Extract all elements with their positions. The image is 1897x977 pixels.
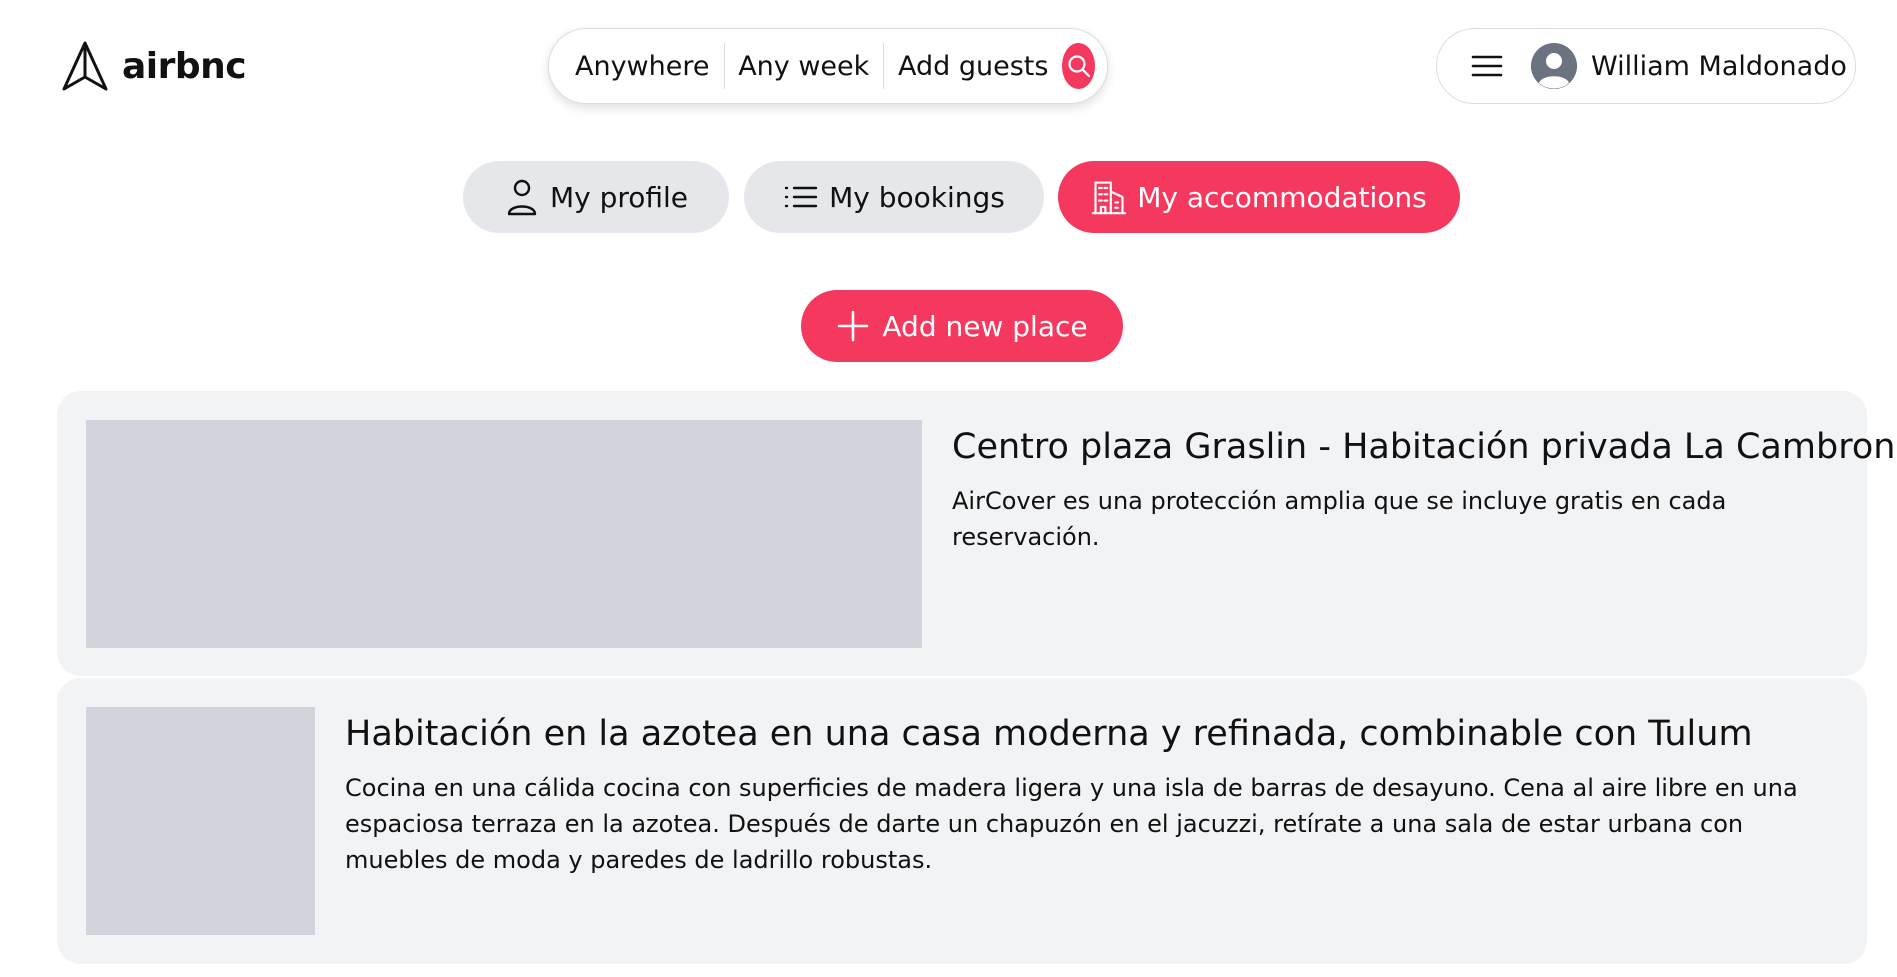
listing-photo-placeholder [86, 707, 315, 935]
listing-text: Centro plaza Graslin - Habitación privad… [952, 425, 1897, 555]
logo[interactable]: airbnc [60, 40, 247, 92]
listing-text: Habitación en la azotea en una casa mode… [345, 712, 1839, 878]
logo-text: airbnc [122, 45, 247, 87]
list-icon [784, 186, 818, 208]
search-where[interactable]: Anywhere [575, 51, 710, 82]
tab-label: My bookings [829, 180, 1005, 214]
page: airbnc Anywhere Any week Add guests Will… [0, 0, 1897, 977]
listing-card[interactable]: Centro plaza Graslin - Habitación privad… [57, 391, 1897, 676]
listing-description: AirCover es una protección amplia que se… [952, 486, 1727, 551]
user-name: William Maldonado [1591, 50, 1847, 82]
tab-my-bookings[interactable]: My bookings [744, 161, 1044, 233]
plus-icon [838, 310, 869, 342]
user-avatar-icon [1531, 43, 1577, 89]
listing-photo-placeholder [86, 420, 922, 648]
avatar [1531, 43, 1577, 89]
paper-plane-icon [62, 41, 108, 91]
listing-card[interactable]: Habitación en la azotea en una casa mode… [57, 678, 1867, 964]
tab-label: My accommodations [1137, 180, 1427, 214]
tab-my-profile[interactable]: My profile [463, 161, 729, 233]
listing-title: Habitación en la azotea en una casa mode… [345, 714, 1753, 754]
add-new-place-button[interactable]: Add new place [801, 290, 1123, 362]
listing-title: Centro plaza Graslin - Habitación privad… [952, 427, 1897, 467]
tab-label: My profile [549, 180, 689, 214]
user-icon [507, 179, 537, 216]
search-button[interactable] [1062, 43, 1095, 89]
search-guests[interactable]: Add guests [898, 51, 1048, 82]
search-divider [723, 43, 725, 89]
hamburger-icon [1469, 48, 1505, 84]
search-bar[interactable]: Anywhere Any week Add guests [548, 28, 1108, 104]
add-new-place-label: Add new place [882, 309, 1088, 343]
building-icon [1091, 181, 1127, 215]
search-divider [883, 43, 884, 89]
tab-my-accommodations[interactable]: My accommodations [1058, 161, 1460, 233]
search-when[interactable]: Any week [738, 51, 869, 82]
search-icon [1068, 55, 1090, 78]
listing-description: Cocina en una cálida cocina con superfic… [345, 773, 1798, 874]
user-menu[interactable]: William Maldonado [1436, 28, 1856, 104]
